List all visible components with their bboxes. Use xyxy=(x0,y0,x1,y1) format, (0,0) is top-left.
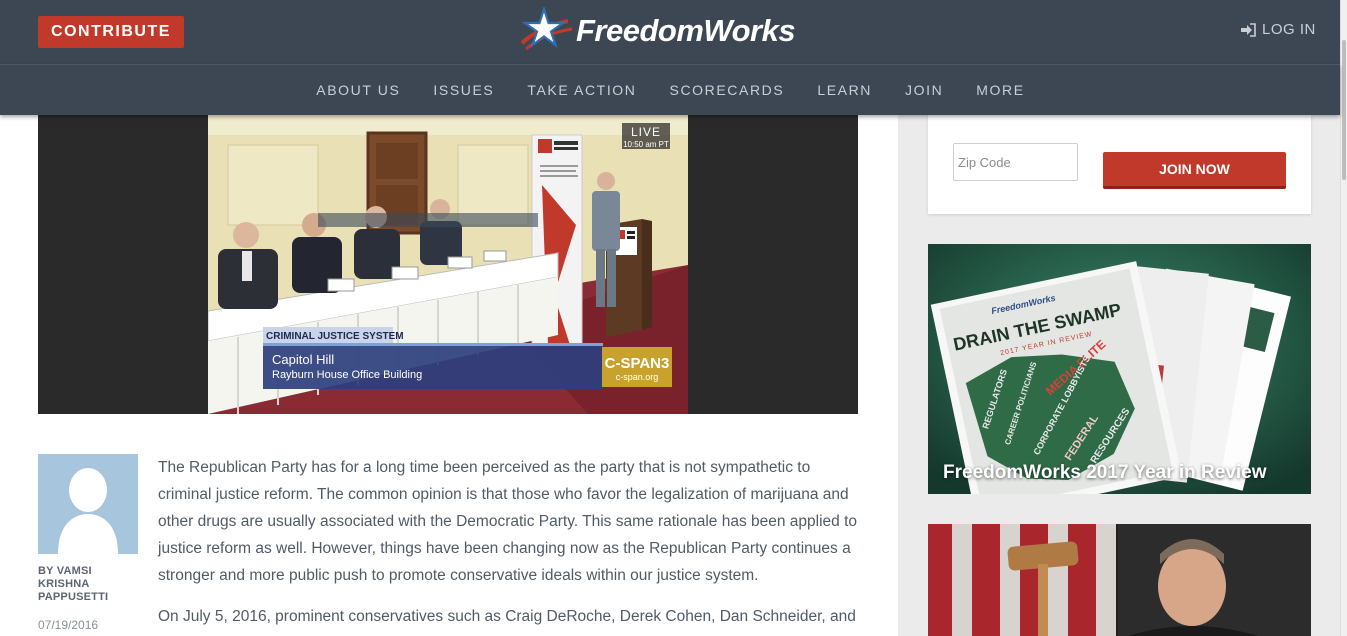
zip-code-input[interactable] xyxy=(953,143,1078,181)
main-nav-bar: ABOUT US ISSUES TAKE ACTION SCORECARDS L… xyxy=(0,64,1340,115)
gavel-portrait-image xyxy=(928,524,1311,636)
star-logo-icon xyxy=(520,7,573,51)
location-line1: Capitol Hill xyxy=(272,352,334,367)
video-player[interactable]: LIVE 10:50 am PT CRIMINAL JUSTICE SYSTEM… xyxy=(38,115,858,414)
nav-item-issues[interactable]: ISSUES xyxy=(432,82,494,98)
year-in-review-promo[interactable]: FreedomWorks DRAIN THE SWAMP 2017 YEAR I… xyxy=(928,244,1311,494)
article-paragraph: On July 5, 2016, prominent conservatives… xyxy=(158,608,856,625)
banner-title: CRIMINAL JUSTICE SYSTEM xyxy=(266,331,404,342)
drain-the-swamp-image: FreedomWorks DRAIN THE SWAMP 2017 YEAR I… xyxy=(928,244,1311,494)
sidebar: JOIN NOW xyxy=(898,115,1340,636)
cspan-logo: C-SPAN3 xyxy=(605,355,670,372)
live-time: 10:50 am PT xyxy=(623,140,669,149)
nav-item-scorecards[interactable]: SCORECARDS xyxy=(669,82,785,98)
nav-item-more[interactable]: MORE xyxy=(975,82,1024,98)
article-body: The Republican Party has for a long time… xyxy=(158,454,863,636)
live-label: LIVE xyxy=(631,125,661,139)
freedomworks-logo[interactable]: FreedomWorks xyxy=(520,6,796,56)
scrollbar-thumb[interactable] xyxy=(1342,40,1346,180)
nav-item-join[interactable]: JOIN xyxy=(904,82,943,98)
location-line2: Rayburn House Office Building xyxy=(272,369,422,381)
logo-text: FreedomWorks xyxy=(576,13,796,48)
nav-item-learn[interactable]: LEARN xyxy=(816,82,872,98)
author-avatar[interactable] xyxy=(38,454,138,554)
secondary-promo[interactable] xyxy=(928,524,1311,636)
article-main: LIVE 10:50 am PT CRIMINAL JUSTICE SYSTEM… xyxy=(0,115,898,636)
join-form-card: JOIN NOW xyxy=(928,115,1311,214)
main-nav: ABOUT US ISSUES TAKE ACTION SCORECARDS L… xyxy=(0,65,1340,115)
default-avatar-icon xyxy=(38,454,138,554)
publish-date: 07/19/2016 xyxy=(38,618,99,632)
promo-caption[interactable]: FreedomWorks 2017 Year in Review xyxy=(943,462,1267,484)
hearing-scene-image: LIVE 10:50 am PT CRIMINAL JUSTICE SYSTEM… xyxy=(208,115,688,414)
join-now-button[interactable]: JOIN NOW xyxy=(1103,152,1286,189)
top-header: CONTRIBUTE FreedomWorks LOG IN xyxy=(0,0,1340,64)
video-frame[interactable]: LIVE 10:50 am PT CRIMINAL JUSTICE SYSTEM… xyxy=(208,115,688,414)
cspan-url: c-span.org xyxy=(616,372,659,382)
article-paragraph: The Republican Party has for a long time… xyxy=(158,459,858,584)
nav-item-take-action[interactable]: TAKE ACTION xyxy=(526,82,636,98)
contribute-button[interactable]: CONTRIBUTE xyxy=(38,16,184,48)
login-icon xyxy=(1241,22,1256,37)
login-link[interactable]: LOG IN xyxy=(1240,21,1316,38)
login-label: LOG IN xyxy=(1262,21,1316,38)
author-byline[interactable]: BY VAMSI KRISHNA PAPPUSETTI xyxy=(38,565,138,604)
nav-item-about-us[interactable]: ABOUT US xyxy=(315,82,400,98)
